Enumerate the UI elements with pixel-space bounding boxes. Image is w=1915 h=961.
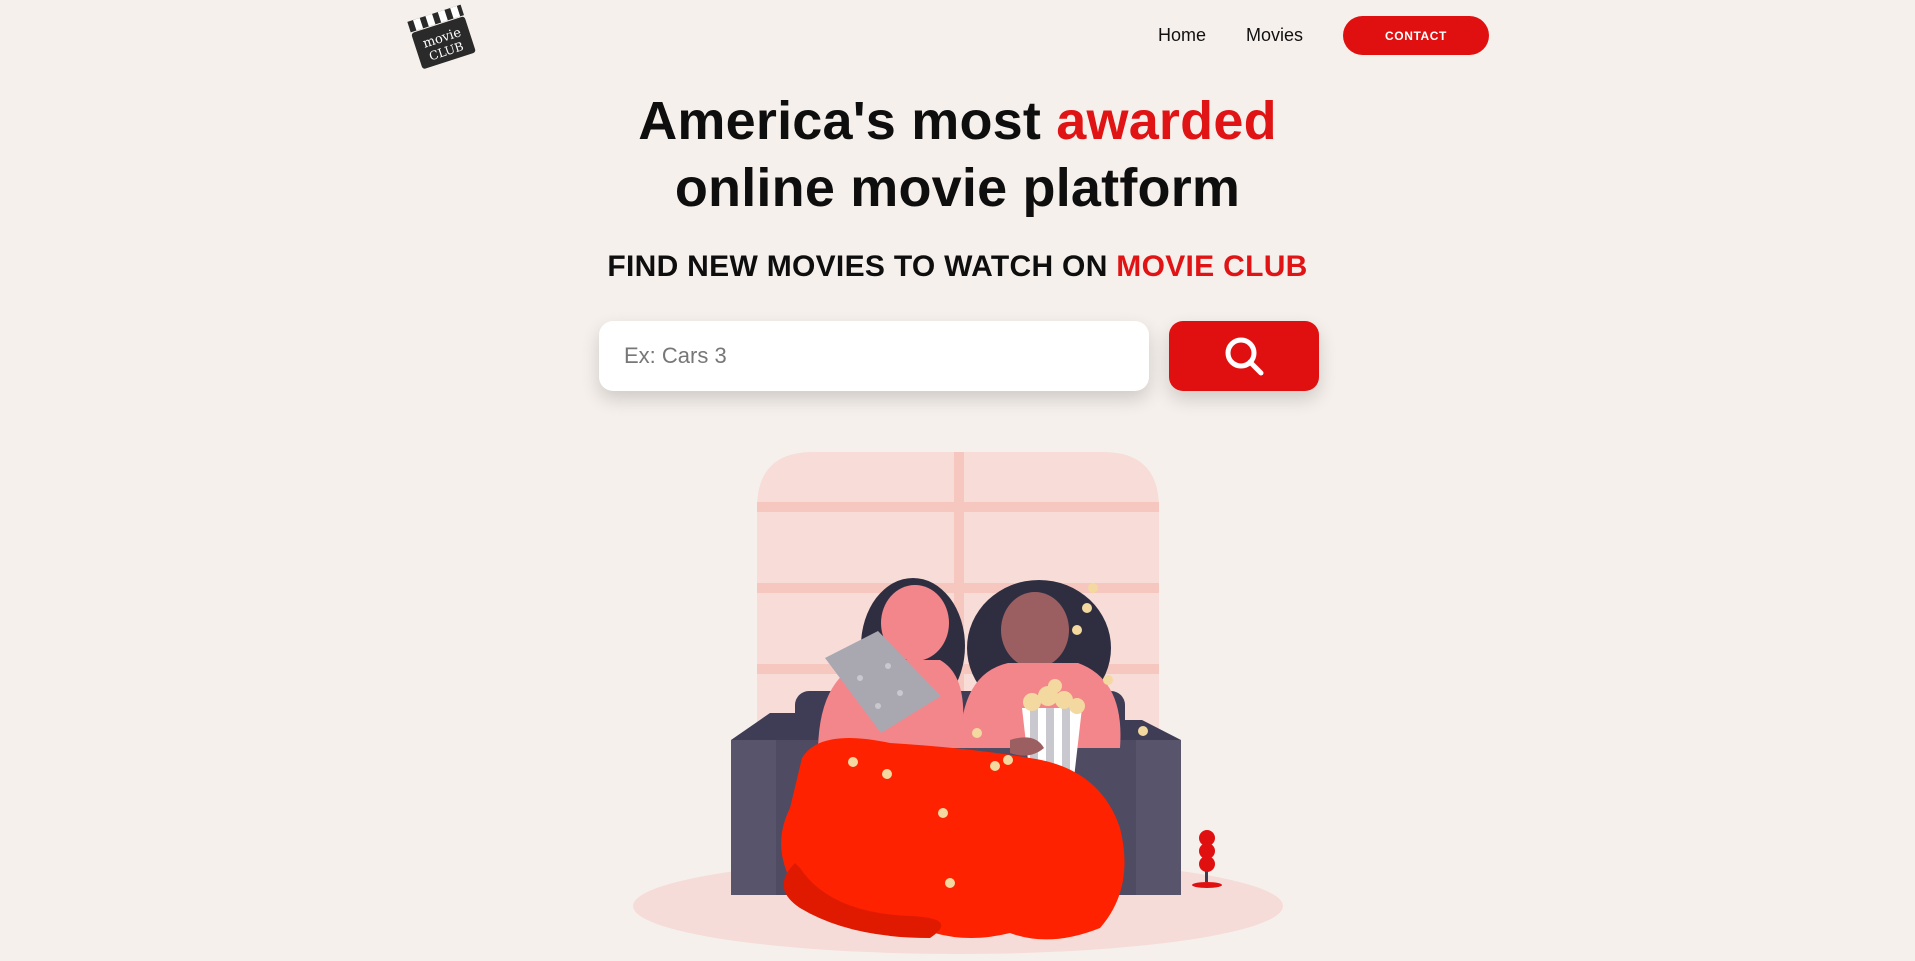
subtitle-highlight: MOVIE CLUB bbox=[1116, 250, 1308, 283]
search-bar bbox=[599, 321, 1319, 392]
search-input[interactable] bbox=[599, 321, 1149, 391]
title-line2: online movie platform bbox=[674, 158, 1241, 218]
clapperboard-icon: movie CLUB bbox=[407, 4, 476, 69]
nav-home[interactable]: Home bbox=[1158, 25, 1206, 46]
subtitle: FIND NEW MOVIES TO WATCH ON MOVIE CLUB bbox=[0, 250, 1915, 284]
hero-illustration bbox=[630, 448, 1290, 961]
top-nav: Home Movies CONTACT bbox=[1158, 16, 1489, 55]
search-button[interactable] bbox=[1169, 321, 1319, 391]
logo[interactable]: movie CLUB bbox=[406, 0, 478, 70]
nav-movies[interactable]: Movies bbox=[1246, 25, 1303, 46]
subtitle-part1: FIND NEW MOVIES TO WATCH ON bbox=[607, 250, 1117, 283]
page-title: America's most awarded online movie plat… bbox=[0, 88, 1915, 222]
hero: America's most awarded online movie plat… bbox=[0, 88, 1915, 222]
contact-button[interactable]: CONTACT bbox=[1343, 16, 1489, 55]
title-highlight: awarded bbox=[1056, 91, 1277, 151]
title-part1: America's most bbox=[638, 91, 1057, 151]
couch-movie-illustration bbox=[633, 452, 1283, 954]
search-icon bbox=[1225, 337, 1264, 376]
